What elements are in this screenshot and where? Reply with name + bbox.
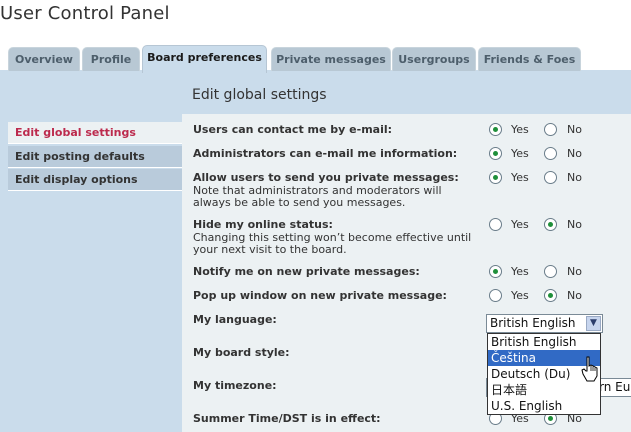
setting-row-popup-pm: Pop up window on new private message:	[193, 289, 447, 303]
setting-label: Pop up window on new private message:	[193, 289, 447, 302]
radio-no[interactable]	[544, 289, 557, 302]
setting-row-hide-online: Hide my online status: Changing this set…	[193, 218, 483, 256]
setting-label: Notify me on new private messages:	[193, 265, 420, 278]
language-option[interactable]: British English	[488, 334, 600, 350]
radio-no[interactable]	[544, 218, 557, 231]
menu-item-edit-posting-defaults[interactable]: Edit posting defaults	[8, 146, 182, 168]
radio-no[interactable]	[544, 171, 557, 184]
radio-no-label: No	[567, 123, 582, 136]
page-title: User Control Panel	[0, 3, 170, 24]
radio-yes[interactable]	[489, 123, 502, 136]
setting-row-dst: Summer Time/DST is in effect:	[193, 412, 381, 426]
setting-label: My board style:	[193, 346, 290, 359]
language-select[interactable]: British English ▼	[486, 314, 603, 333]
radio-yes[interactable]	[489, 218, 502, 231]
setting-row-admin-email: Administrators can e-mail me information…	[193, 147, 457, 161]
language-select-value: British English	[490, 316, 576, 330]
setting-label: Users can contact me by e-mail:	[193, 123, 393, 136]
radio-no-label: No	[567, 289, 582, 302]
radio-no-label: No	[567, 218, 582, 231]
setting-label: My timezone:	[193, 379, 277, 392]
radio-yes-label: Yes	[511, 289, 529, 302]
setting-label: My language:	[193, 313, 277, 326]
radio-yes[interactable]	[489, 289, 502, 302]
timezone-select-value: rn Eu	[599, 380, 631, 394]
menu-item-edit-display-options[interactable]: Edit display options	[8, 169, 182, 191]
setting-row-contact-email: Users can contact me by e-mail:	[193, 123, 392, 137]
radio-yes[interactable]	[489, 171, 502, 184]
radio-no-label: No	[567, 265, 582, 278]
radio-no-label: No	[567, 171, 582, 184]
menu-item-edit-global-settings[interactable]: Edit global settings	[8, 122, 182, 144]
setting-label: Summer Time/DST is in effect:	[193, 412, 381, 425]
radio-no[interactable]	[544, 123, 557, 136]
radio-yes-label: Yes	[511, 123, 529, 136]
setting-explain: Changing this setting won’t become effec…	[193, 231, 472, 256]
radio-yes-label: Yes	[511, 147, 529, 160]
tab-overview[interactable]: Overview	[8, 47, 80, 71]
setting-row-timezone: My timezone:	[193, 379, 277, 393]
language-option[interactable]: 日本語	[488, 382, 600, 398]
chevron-down-icon[interactable]: ▼	[586, 316, 601, 331]
tab-usergroups[interactable]: Usergroups	[392, 47, 476, 71]
tab-board-preferences[interactable]: Board preferences	[142, 45, 267, 73]
setting-row-allow-pm: Allow users to send you private messages…	[193, 171, 463, 209]
radio-yes-label: Yes	[511, 218, 529, 231]
tab-profile[interactable]: Profile	[82, 47, 140, 71]
tab-friends-foes[interactable]: Friends & Foes	[478, 47, 581, 71]
setting-explain: Note that administrators and moderators …	[193, 184, 442, 209]
radio-no[interactable]	[544, 265, 557, 278]
radio-yes[interactable]	[489, 147, 502, 160]
section-title: Edit global settings	[192, 87, 327, 103]
tab-private-messages[interactable]: Private messages	[271, 47, 391, 71]
setting-row-notify-pm: Notify me on new private messages:	[193, 265, 420, 279]
radio-yes-label: Yes	[511, 265, 529, 278]
setting-row-language: My language:	[193, 313, 277, 327]
language-option[interactable]: U.S. English	[488, 398, 600, 414]
hand-cursor-icon	[581, 356, 598, 382]
setting-label: Allow users to send you private messages…	[193, 171, 459, 184]
radio-yes-label: Yes	[511, 171, 529, 184]
radio-no[interactable]	[544, 147, 557, 160]
radio-yes[interactable]	[489, 265, 502, 278]
setting-label: Hide my online status:	[193, 218, 333, 231]
setting-label: Administrators can e-mail me information…	[193, 147, 458, 160]
radio-no-label: No	[567, 147, 582, 160]
setting-row-board-style: My board style:	[193, 346, 290, 360]
